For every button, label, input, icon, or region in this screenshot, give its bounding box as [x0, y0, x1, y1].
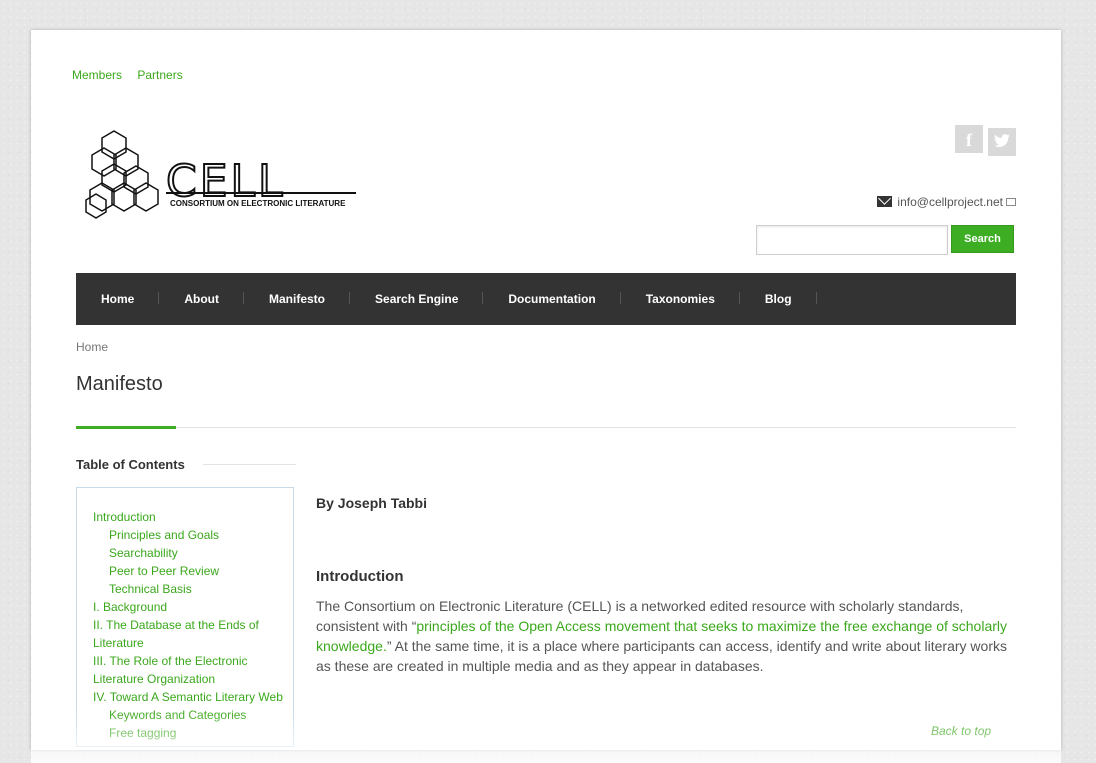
logo-wordmark: CELL [165, 156, 286, 207]
toc-item[interactable]: III. The Role of the Electronic Literatu… [93, 652, 293, 688]
toc-item[interactable]: Free tagging [93, 724, 293, 742]
email-link[interactable]: info@cellproject.net [897, 195, 1003, 209]
toc-heading-divider [203, 464, 296, 465]
twitter-icon[interactable] [988, 128, 1016, 156]
nav-about[interactable]: About [184, 292, 244, 306]
search-input[interactable] [756, 225, 948, 255]
toc-item[interactable]: I. Background [93, 598, 293, 616]
toc-item[interactable]: IV. Toward A Semantic Literary Web [93, 688, 293, 706]
page-title: Manifesto [76, 373, 163, 395]
toc-item[interactable]: Introduction [93, 508, 293, 526]
top-links: Members Partners [72, 68, 195, 82]
logo-rule [166, 192, 356, 194]
toc-item[interactable]: Technical Basis [93, 580, 293, 598]
mail-small-icon [1006, 198, 1016, 206]
site-logo[interactable]: CELL CONSORTIUM ON ELECTRONIC LITERATURE [84, 128, 364, 228]
members-link[interactable]: Members [72, 68, 122, 82]
nav-documentation[interactable]: Documentation [508, 292, 622, 306]
facebook-icon[interactable]: f [955, 125, 983, 153]
nav-blog[interactable]: Blog [765, 292, 817, 306]
envelope-icon [877, 196, 893, 207]
title-accent-bar [76, 426, 176, 429]
article-byline: By Joseph Tabbi [316, 495, 427, 511]
back-to-top-link[interactable]: Back to top [931, 724, 991, 738]
social-links: f [950, 125, 1016, 156]
section-heading-introduction: Introduction [316, 568, 404, 585]
logo-subtitle: CONSORTIUM ON ELECTRONIC LITERATURE [170, 199, 346, 208]
title-divider [76, 427, 1016, 428]
toc-item[interactable]: Peer to Peer Review [93, 562, 293, 580]
partners-link[interactable]: Partners [137, 68, 182, 82]
main-navigation: Home About Manifesto Search Engine Docum… [76, 273, 1016, 325]
nav-search-engine[interactable]: Search Engine [375, 292, 484, 306]
toc-item[interactable]: Searchability [93, 544, 293, 562]
introduction-paragraph: The Consortium on Electronic Literature … [316, 596, 1016, 676]
contact-email: info@cellproject.net [877, 195, 1016, 209]
nav-home[interactable]: Home [101, 292, 160, 306]
toc-heading: Table of Contents [76, 457, 185, 472]
intro-text-end: ” At the same time, it is a place where … [316, 638, 1007, 674]
nav-taxonomies[interactable]: Taxonomies [646, 292, 741, 306]
breadcrumb[interactable]: Home [76, 340, 108, 354]
toc-item[interactable]: II. The Database at the Ends of Literatu… [93, 616, 293, 652]
toc-item[interactable]: Principles and Goals [93, 526, 293, 544]
nav-manifesto[interactable]: Manifesto [269, 292, 351, 306]
page-container: Members Partners CELL CONSORTIUM ON ELEC… [31, 30, 1061, 763]
toc-item[interactable]: Keywords and Categories [93, 706, 293, 724]
table-of-contents: Introduction Principles and Goals Search… [76, 487, 294, 747]
search-button[interactable]: Search [951, 225, 1014, 253]
